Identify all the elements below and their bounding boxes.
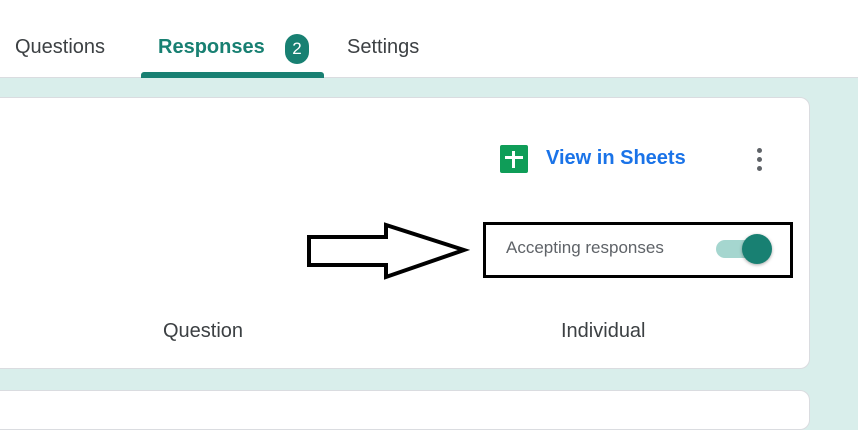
next-card [0, 390, 810, 430]
more-dot [757, 148, 762, 153]
more-dot [757, 166, 762, 171]
arrow-right-icon [307, 222, 470, 280]
active-tab-indicator [141, 72, 324, 78]
tab-individual[interactable]: Individual [561, 320, 646, 343]
tab-settings[interactable]: Settings [347, 36, 419, 59]
accepting-responses-toggle[interactable] [714, 234, 774, 264]
tab-bar: Questions Responses 2 Settings [0, 0, 858, 78]
tab-question[interactable]: Question [163, 320, 243, 343]
responses-count-badge: 2 [285, 34, 309, 64]
tab-questions[interactable]: Questions [15, 36, 105, 59]
sheets-icon[interactable] [500, 145, 528, 173]
tab-responses[interactable]: Responses [158, 36, 265, 59]
more-vert-icon[interactable] [752, 146, 768, 174]
toggle-knob [742, 234, 772, 264]
accepting-responses-label: Accepting responses [506, 238, 664, 257]
view-in-sheets-link[interactable]: View in Sheets [546, 147, 686, 170]
more-dot [757, 157, 762, 162]
